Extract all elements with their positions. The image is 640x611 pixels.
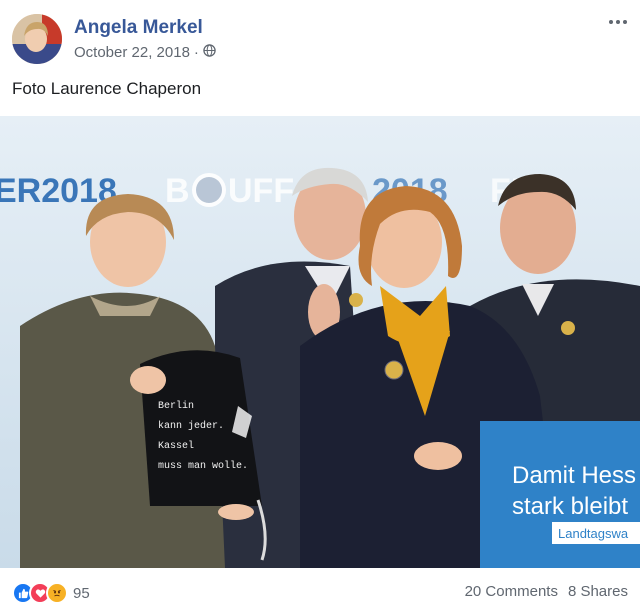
bag-text: muss man wolle.: [158, 460, 248, 472]
post-footer: 95 20 Comments 8 Shares: [0, 568, 640, 611]
comments-link[interactable]: 20 Comments: [465, 583, 558, 600]
author-name[interactable]: Angela Merkel: [74, 17, 203, 39]
author-avatar[interactable]: [12, 14, 62, 64]
post-caption: Foto Laurence Chaperon: [12, 79, 202, 98]
engagement-stats: 20 Comments 8 Shares: [465, 583, 628, 600]
post-header: Angela Merkel October 22, 2018 ·: [0, 0, 640, 72]
bag-text: kann jeder.: [158, 420, 224, 432]
podium-text: Landtagswa: [558, 526, 629, 541]
podium-text: Damit Hess: [512, 462, 636, 489]
bag-text: Berlin: [158, 400, 194, 412]
post-meta: October 22, 2018 ·: [74, 44, 216, 61]
shares-link[interactable]: 8 Shares: [568, 583, 628, 600]
meta-separator: ·: [193, 44, 199, 61]
podium-text: stark bleibt: [512, 493, 628, 520]
bag-text: Kassel: [158, 440, 194, 452]
more-icon[interactable]: [604, 10, 632, 34]
post-photo[interactable]: ER2018 B UFF 2018 FFIE Berlin kann jeder…: [0, 116, 640, 568]
angry-icon: [46, 582, 68, 604]
globe-icon[interactable]: [203, 44, 216, 61]
backdrop-text: UFF: [228, 172, 294, 210]
post-date[interactable]: October 22, 2018: [74, 44, 190, 61]
reactions-summary[interactable]: 95: [12, 582, 90, 604]
backdrop-text: B: [165, 172, 190, 210]
reaction-count: 95: [73, 584, 90, 602]
